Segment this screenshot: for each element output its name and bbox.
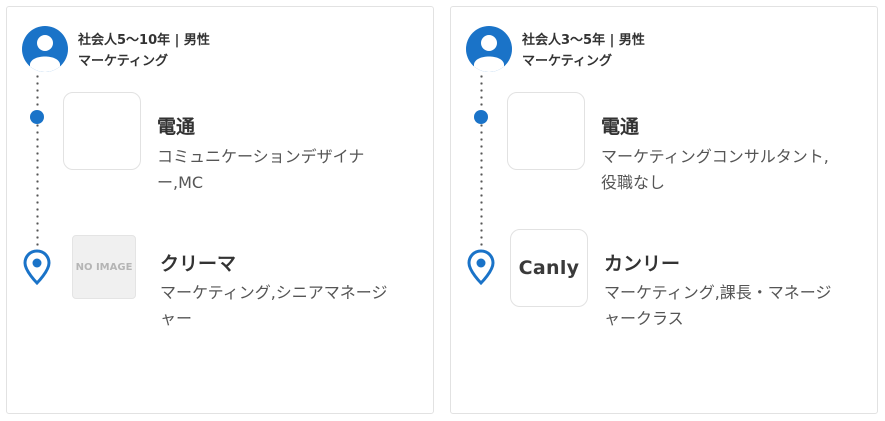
map-pin-icon xyxy=(23,249,51,285)
profile-experience-gender: 社会人3〜5年 | 男性 xyxy=(522,33,645,48)
job-role: マーケティングコンサルタント, 役職なし xyxy=(601,144,861,196)
company-name: クリーマ xyxy=(160,253,237,275)
company-name: 電通 xyxy=(157,116,196,138)
profile-experience-gender: 社会人5〜10年 | 男性 xyxy=(78,33,210,48)
profile-summary: 社会人5〜10年 | 男性 マーケティング xyxy=(78,30,210,72)
company-logo-creema: NO IMAGE xyxy=(66,229,144,307)
dot-icon xyxy=(474,110,488,124)
job-role-line2: ャー xyxy=(160,309,193,328)
profile-job-category: マーケティング xyxy=(522,54,612,69)
company-logo-dentsu xyxy=(507,92,585,170)
job-role-line2: 役職なし xyxy=(601,173,666,192)
profile-summary: 社会人3〜5年 | 男性 マーケティング xyxy=(522,30,645,72)
job-role-line2: ー,MC xyxy=(157,173,204,192)
job-role-line1: マーケティングコンサルタント, xyxy=(601,147,829,166)
canly-logo-text: Canly xyxy=(518,257,580,279)
company-name: 電通 xyxy=(601,116,640,138)
map-pin-icon xyxy=(467,249,495,285)
no-image-placeholder: NO IMAGE xyxy=(72,235,136,299)
company-logo-dentsu xyxy=(63,92,141,170)
timeline-line xyxy=(480,73,483,249)
job-role-line1: マーケティング,シニアマネージ xyxy=(160,283,388,302)
company-name: カンリー xyxy=(604,253,681,275)
career-card-1[interactable]: 社会人5〜10年 | 男性 マーケティング 電通 コミュニケーションデザイナ ー… xyxy=(6,6,434,414)
job-role-line2: ャークラス xyxy=(604,309,684,328)
career-card-2[interactable]: 社会人3〜5年 | 男性 マーケティング 電通 マーケティングコンサルタント, … xyxy=(450,6,878,414)
company-logo-canly: Canly xyxy=(510,229,588,307)
job-role: マーケティング,シニアマネージ ャー xyxy=(160,280,420,332)
timeline-line xyxy=(36,73,39,249)
job-role-line1: コミュニケーションデザイナ xyxy=(157,147,365,166)
job-role: マーケティング,課長・マネージ ャークラス xyxy=(604,280,864,332)
user-avatar-icon xyxy=(466,26,512,72)
profile-job-category: マーケティング xyxy=(78,54,168,69)
job-role: コミュニケーションデザイナ ー,MC xyxy=(157,144,417,196)
user-avatar-icon xyxy=(22,26,68,72)
dot-icon xyxy=(30,110,44,124)
job-role-line1: マーケティング,課長・マネージ xyxy=(604,283,832,302)
